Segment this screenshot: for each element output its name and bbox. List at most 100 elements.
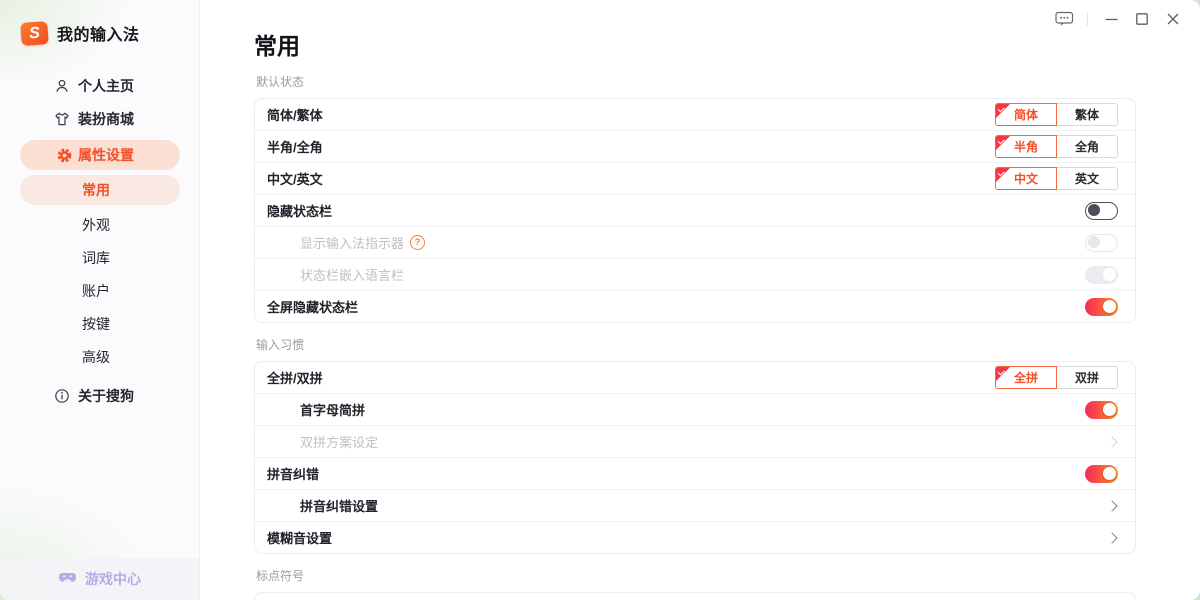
sidebar-item-label: 高级 [82,347,110,367]
row-label: 半角/全角 [267,137,323,156]
gamepad-icon [58,570,77,588]
segment-label: 双拼 [1075,369,1099,386]
row-label-text: 首字母简拼 [300,400,365,419]
row-label-text: 双拼方案设定 [300,432,378,451]
row-label-text: 简体/繁体 [267,105,323,124]
toggle-switch[interactable] [1085,202,1118,220]
sidebar-item-按键[interactable]: 按键 [0,307,199,340]
chevron-right-icon[interactable] [1106,532,1117,543]
segment-option-全拼[interactable]: 全拼 [995,366,1057,389]
sogou-logo-icon: S [20,21,49,46]
info-icon [54,388,71,404]
settings-row[interactable]: 拼音纠错设置 [255,489,1135,521]
settings-row: 全屏隐藏状态栏 [255,290,1135,322]
settings-row: 中文/英文 中文 英文 [255,162,1135,194]
row-label-text: 全屏隐藏状态栏 [267,297,358,316]
row-label-text: 拼音纠错设置 [300,496,378,515]
toggle-knob [1103,403,1116,416]
segmented-control: 简体 繁体 [995,103,1118,126]
segment-label: 全拼 [1014,369,1038,386]
segment-option-双拼[interactable]: 双拼 [1056,366,1118,389]
page-title: 常用 [254,33,1136,60]
sidebar-item-高级[interactable]: 高级 [0,340,199,373]
sidebar-item-label: 个人主页 [78,76,134,96]
row-label-text: 中文/英文 [267,169,323,188]
settings-row: 显示输入法指示器 [255,226,1135,258]
toggle-knob [1088,236,1100,248]
settings-row: 隐藏状态栏 [255,194,1135,226]
titlebar-controls [1053,9,1184,29]
toggle-switch[interactable] [1085,298,1118,316]
segment-option-中文[interactable]: 中文 [995,167,1057,190]
segment-option-英文[interactable]: 英文 [1056,167,1118,190]
settings-group: 标点配对：自动补全成对标点 [254,592,1136,600]
game-center-label: 游戏中心 [85,569,141,589]
help-icon[interactable] [410,235,425,250]
maximize-button[interactable] [1131,9,1153,29]
segment-option-繁体[interactable]: 繁体 [1056,103,1118,126]
chevron-right-icon[interactable] [1106,500,1117,511]
gear-icon [57,148,72,163]
sidebar-item-常用[interactable]: 常用 [20,175,180,205]
toggle-knob [1088,204,1100,216]
settings-row: 首字母简拼 [255,393,1135,425]
sidebar-item-装扮商城[interactable]: 装扮商城 [0,102,199,135]
row-label: 简体/繁体 [267,105,323,124]
segmented-control: 全拼 双拼 [995,366,1118,389]
sidebar-item-账户[interactable]: 账户 [0,274,199,307]
segment-label: 半角 [1014,138,1038,155]
toggle-knob [1103,300,1116,313]
sidebar-item-词库[interactable]: 词库 [0,241,199,274]
segment-option-半角[interactable]: 半角 [995,135,1057,158]
settings-row[interactable]: 模糊音设置 [255,521,1135,553]
segment-option-简体[interactable]: 简体 [995,103,1057,126]
row-label: 模糊音设置 [267,528,332,547]
sidebar-item-label: 属性设置 [78,145,134,165]
toggle-knob [1103,467,1116,480]
sidebar-item-属性设置[interactable]: 属性设置 [20,140,180,170]
sidebar-item-label: 词库 [82,248,110,268]
selected-check-badge [996,168,1010,182]
settings-row: 简体/繁体 简体 繁体 [255,99,1135,130]
sidebar-item-个人主页[interactable]: 个人主页 [0,69,199,102]
segment-label: 简体 [1014,106,1038,123]
segmented-control: 半角 全角 [995,135,1118,158]
row-label: 全拼/双拼 [267,368,323,387]
row-label-text: 状态栏嵌入语言栏 [300,265,404,284]
close-button[interactable] [1162,9,1184,29]
row-label: 首字母简拼 [300,400,365,419]
sidebar-item-label: 装扮商城 [78,109,134,129]
feedback-icon[interactable] [1053,9,1075,29]
settings-row: 标点配对：自动补全成对标点 [255,593,1135,600]
settings-sections: 默认状态简体/繁体简体繁体半角/全角半角全角中文/英文中文英文隐藏状态栏显示输入… [254,73,1136,600]
sidebar-menu: 个人主页装扮商城属性设置常用外观词库账户按键高级关于搜狗 [0,69,199,412]
segment-label: 中文 [1014,170,1038,187]
toggle-switch [1085,234,1118,252]
toggle-switch[interactable] [1085,465,1118,483]
selected-check-badge [996,367,1010,381]
sidebar-item-关于搜狗[interactable]: 关于搜狗 [0,379,199,412]
sidebar-item-外观[interactable]: 外观 [0,208,199,241]
toggle-switch[interactable] [1085,401,1118,419]
person-icon [54,78,71,94]
settings-row: 状态栏嵌入语言栏 [255,258,1135,290]
settings-row: 半角/全角 半角 全角 [255,130,1135,162]
row-label-text: 隐藏状态栏 [267,201,332,220]
row-label: 隐藏状态栏 [267,201,332,220]
settings-group: 简体/繁体 简体 繁体半角/全角 半角 全角中文/英文 中文 英文隐藏状态栏显示输入法指示器… [254,98,1136,323]
selected-check-badge [996,104,1010,118]
row-label: 拼音纠错 [267,464,319,483]
shirt-icon [54,111,71,127]
game-center-button[interactable]: 游戏中心 [0,558,199,600]
sidebar-item-label: 关于搜狗 [78,386,134,406]
chevron-right-icon [1106,436,1117,447]
minimize-button[interactable] [1100,9,1122,29]
selected-check-badge [996,136,1010,150]
segment-label: 全角 [1075,138,1099,155]
row-label: 拼音纠错设置 [300,496,378,515]
segment-option-全角[interactable]: 全角 [1056,135,1118,158]
settings-row: 拼音纠错 [255,457,1135,489]
section-label: 标点符号 [256,567,1136,584]
row-label: 中文/英文 [267,169,323,188]
settings-group: 全拼/双拼 全拼 双拼首字母简拼双拼方案设定拼音纠错拼音纠错设置模糊音设置 [254,361,1136,554]
